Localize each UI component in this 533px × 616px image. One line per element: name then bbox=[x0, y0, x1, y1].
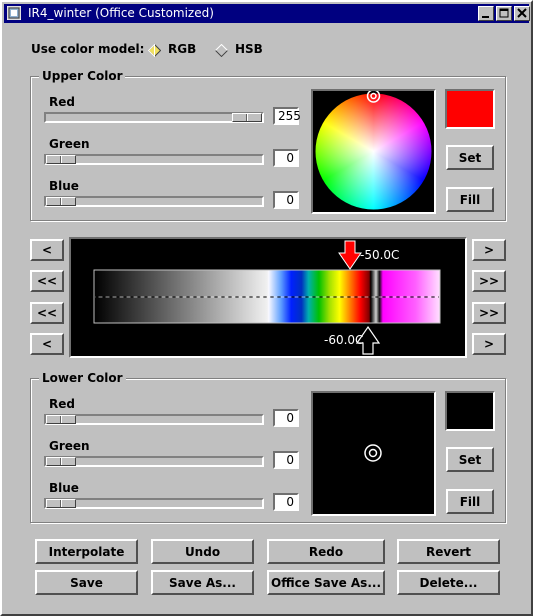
lower-green-slider[interactable] bbox=[44, 456, 264, 467]
revert-button[interactable]: Revert bbox=[397, 539, 500, 564]
lower-color-title: Lower Color bbox=[39, 371, 126, 385]
nav-right-1-button[interactable]: > bbox=[472, 239, 506, 261]
lower-red-field[interactable]: 0 bbox=[273, 409, 299, 427]
lower-wheel-canvas[interactable] bbox=[313, 393, 434, 514]
palette-panel[interactable]: -50.0C -60.0C bbox=[69, 237, 467, 358]
slider-thumb[interactable] bbox=[232, 113, 262, 122]
color-wheel[interactable] bbox=[313, 89, 434, 212]
nav-left-3-button[interactable]: << bbox=[30, 302, 64, 324]
lower-green-label: Green bbox=[49, 439, 90, 453]
upper-color-wheel[interactable] bbox=[311, 89, 436, 214]
lower-blue-slider[interactable] bbox=[44, 498, 264, 509]
upper-set-button[interactable]: Set bbox=[446, 145, 494, 170]
title-bar[interactable]: IR4_winter (Office Customized) bbox=[4, 4, 530, 23]
upper-color-title: Upper Color bbox=[39, 69, 126, 83]
lower-fill-button[interactable]: Fill bbox=[446, 489, 494, 514]
save-as-button[interactable]: Save As... bbox=[151, 570, 254, 595]
nav-left-2-button[interactable]: << bbox=[30, 270, 64, 292]
redo-button[interactable]: Redo bbox=[267, 539, 385, 564]
nav-right-2-button[interactable]: >> bbox=[472, 270, 506, 292]
window-title: IR4_winter (Office Customized) bbox=[28, 6, 214, 20]
lower-red-label: Red bbox=[49, 397, 75, 411]
radio-diamond-selected-icon bbox=[148, 44, 161, 57]
upper-red-field[interactable]: 255 bbox=[273, 107, 301, 125]
upper-blue-label: Blue bbox=[49, 179, 79, 193]
upper-blue-slider[interactable] bbox=[44, 196, 264, 207]
nav-left-4-button[interactable]: < bbox=[30, 333, 64, 355]
lower-set-button[interactable]: Set bbox=[446, 447, 494, 472]
palette-canvas[interactable] bbox=[71, 239, 465, 356]
wheel-selector-icon[interactable] bbox=[364, 444, 382, 462]
lower-green-field[interactable]: 0 bbox=[273, 451, 299, 469]
upper-marker-value: -50.0C bbox=[360, 248, 400, 262]
app-icon[interactable] bbox=[7, 6, 21, 20]
interpolate-button[interactable]: Interpolate bbox=[35, 539, 138, 564]
nav-right-4-button[interactable]: > bbox=[472, 333, 506, 355]
radio-rgb[interactable]: RGB bbox=[146, 41, 206, 59]
lower-color-wheel[interactable] bbox=[311, 391, 436, 516]
maximize-button[interactable] bbox=[496, 6, 512, 21]
color-model-label: Use color model: bbox=[31, 42, 145, 56]
close-button[interactable] bbox=[514, 6, 530, 21]
save-button[interactable]: Save bbox=[35, 570, 138, 595]
radio-diamond-icon bbox=[215, 44, 228, 57]
lower-blue-label: Blue bbox=[49, 481, 79, 495]
upper-green-label: Green bbox=[49, 137, 90, 151]
upper-green-field[interactable]: 0 bbox=[273, 149, 299, 167]
lower-marker-value: -60.0C bbox=[324, 333, 364, 347]
lower-color-swatch bbox=[445, 391, 495, 431]
radio-hsb[interactable]: HSB bbox=[213, 41, 273, 59]
minimize-icon bbox=[482, 16, 489, 18]
slider-thumb[interactable] bbox=[46, 457, 76, 466]
slider-thumb[interactable] bbox=[46, 415, 76, 424]
app-window: IR4_winter (Office Customized) Use color… bbox=[0, 0, 533, 616]
lower-blue-field[interactable]: 0 bbox=[273, 493, 299, 511]
upper-red-slider[interactable] bbox=[44, 112, 264, 123]
upper-fill-button[interactable]: Fill bbox=[446, 187, 494, 212]
radio-rgb-label: RGB bbox=[168, 42, 197, 56]
upper-marker-icon[interactable] bbox=[338, 240, 362, 270]
upper-color-swatch bbox=[445, 89, 495, 129]
maximize-icon bbox=[499, 8, 509, 18]
upper-blue-field[interactable]: 0 bbox=[273, 191, 299, 209]
nav-right-3-button[interactable]: >> bbox=[472, 302, 506, 324]
undo-button[interactable]: Undo bbox=[151, 539, 254, 564]
radio-hsb-label: HSB bbox=[235, 42, 263, 56]
slider-thumb[interactable] bbox=[46, 499, 76, 508]
close-icon bbox=[517, 8, 527, 18]
slider-thumb[interactable] bbox=[46, 155, 76, 164]
lower-red-slider[interactable] bbox=[44, 414, 264, 425]
nav-left-1-button[interactable]: < bbox=[30, 239, 64, 261]
upper-green-slider[interactable] bbox=[44, 154, 264, 165]
upper-red-label: Red bbox=[49, 95, 75, 109]
office-save-as-button[interactable]: Office Save As... bbox=[267, 570, 385, 595]
slider-thumb[interactable] bbox=[46, 197, 76, 206]
minimize-button[interactable] bbox=[478, 6, 494, 21]
delete-button[interactable]: Delete... bbox=[397, 570, 500, 595]
